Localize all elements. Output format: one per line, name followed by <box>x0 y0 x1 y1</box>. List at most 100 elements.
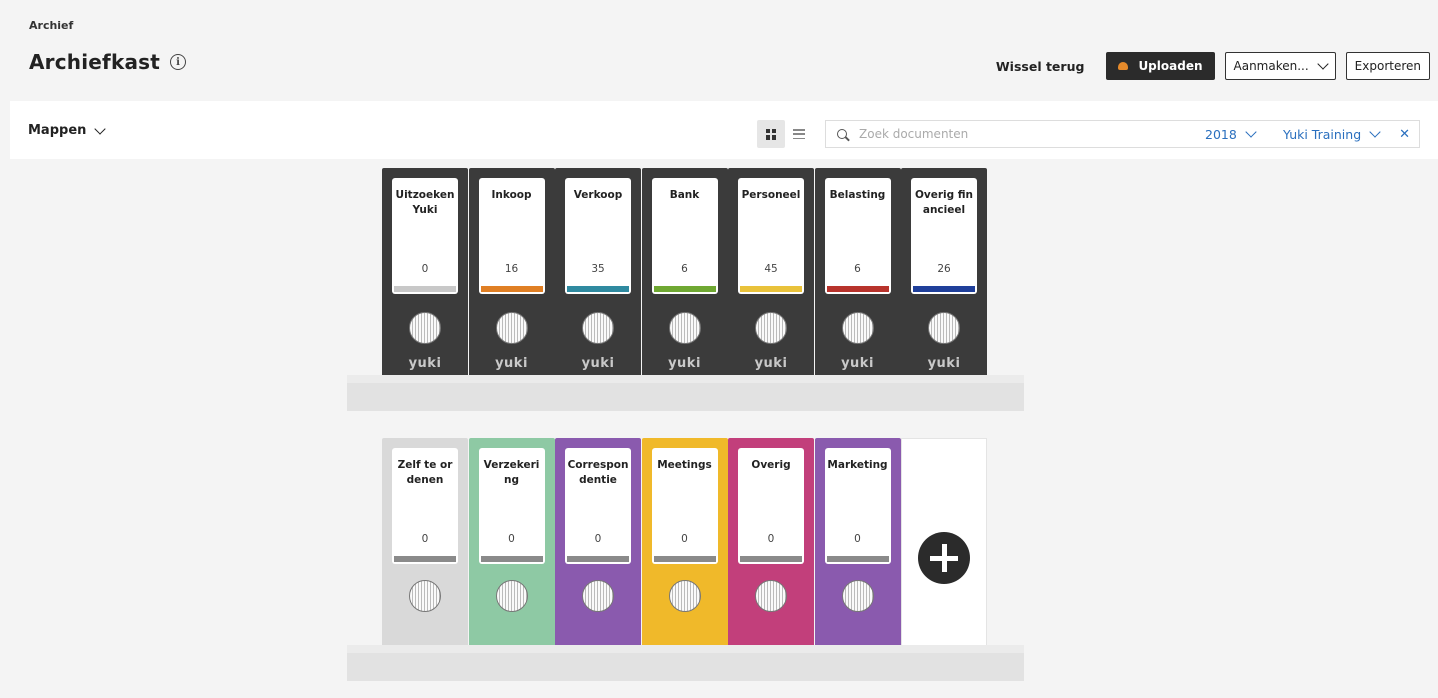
binder-document-count: 35 <box>591 263 605 275</box>
create-dropdown-button[interactable]: Aanmaken... <box>1224 52 1336 80</box>
create-button-label: Aanmaken... <box>1233 59 1309 73</box>
binder-ring-icon <box>582 312 614 344</box>
binder-label: Belasting 6 <box>824 178 891 294</box>
binder-document-count: 0 <box>681 533 688 545</box>
binder-label: Meetings 0 <box>651 448 718 564</box>
grid-icon <box>765 128 777 140</box>
yuki-logo: yuki <box>495 356 528 371</box>
binder-ring-icon <box>409 312 441 344</box>
yuki-logo: yuki <box>754 356 788 371</box>
binder-document-count: 0 <box>508 533 515 545</box>
binder-document-count: 0 <box>594 533 602 545</box>
folder-binder[interactable]: Belasting 6 yuki <box>814 168 901 383</box>
folders-label: Mappen <box>28 123 87 138</box>
binder-label: Verkoop 35 <box>565 178 631 294</box>
folder-binder[interactable]: Meetings 0 <box>641 438 728 653</box>
folder-binder[interactable]: Zelf te ordenen 0 <box>382 438 468 653</box>
binder-label: Zelf te ordenen 0 <box>392 448 458 564</box>
toolbar: Mappen 2018 Yuki Training ✕ <box>10 101 1438 159</box>
binder-label: Verzekering 0 <box>478 448 545 564</box>
search-input[interactable] <box>859 127 1199 141</box>
add-folder-button[interactable] <box>901 438 987 653</box>
binder-color-stripe <box>394 286 456 292</box>
folder-binder[interactable]: Overig 0 <box>728 438 814 653</box>
list-view-button[interactable] <box>785 120 813 148</box>
binder-color-stripe <box>480 556 543 562</box>
administration-filter-label: Yuki Training <box>1283 126 1362 142</box>
binder-color-stripe <box>740 556 802 562</box>
administration-filter[interactable]: Yuki Training <box>1283 126 1381 142</box>
binder-name: Verkoop <box>573 189 623 201</box>
chevron-down-icon <box>1317 58 1329 70</box>
binder-label: Overig financieel 26 <box>911 178 977 294</box>
folder-binder[interactable]: Overig financieel 26 yuki <box>901 168 987 383</box>
binder-label: Overig 0 <box>738 448 804 564</box>
binder-name: Verzekering <box>483 459 540 486</box>
plus-icon <box>918 532 970 584</box>
search-box: 2018 Yuki Training ✕ <box>825 120 1420 148</box>
yuki-logo: yuki <box>408 356 442 371</box>
binder-row-financial: Uitzoeken Yuki 0 yuki Inkoop 16 yuki Verkoop 35… <box>382 168 988 383</box>
binder-ring-icon <box>495 312 528 344</box>
folder-binder[interactable]: Verzekering 0 <box>468 438 555 653</box>
close-icon[interactable]: ✕ <box>1399 127 1410 142</box>
export-button-label: Exporteren <box>1354 59 1421 73</box>
chevron-down-icon <box>94 122 107 135</box>
binder-label: Marketing 0 <box>824 448 891 564</box>
binder-color-stripe <box>567 286 629 292</box>
binder-label: Correspondentie 0 <box>565 448 631 564</box>
yuki-logo: yuki <box>927 356 961 371</box>
year-filter[interactable]: 2018 <box>1205 126 1257 142</box>
binder-ring-icon <box>495 580 528 612</box>
binder-color-stripe <box>826 286 889 292</box>
binder-ring-icon <box>841 312 874 344</box>
binder-row-other: Zelf te ordenen 0 Verzekering 0 Corresponden… <box>382 438 987 653</box>
folder-binder[interactable]: Verkoop 35 yuki <box>555 168 641 383</box>
folder-binder[interactable]: Marketing 0 <box>814 438 901 653</box>
upload-button[interactable]: Uploaden <box>1106 52 1215 80</box>
binder-color-stripe <box>567 556 629 562</box>
search-icon <box>837 129 847 139</box>
folder-binder[interactable]: Personeel 45 yuki <box>728 168 814 383</box>
export-button[interactable]: Exporteren <box>1345 52 1430 80</box>
binder-ring-icon <box>841 580 874 612</box>
info-icon[interactable]: i <box>170 54 187 70</box>
shelf <box>347 375 1024 411</box>
breadcrumb[interactable]: Archief <box>29 19 73 32</box>
binder-name: Personeel <box>741 189 801 201</box>
yuki-logo: yuki <box>668 356 701 371</box>
yuki-logo: yuki <box>581 356 615 371</box>
binder-name: Overig financieel <box>914 189 974 216</box>
binder-label: Inkoop 16 <box>478 178 545 294</box>
binder-document-count: 6 <box>854 263 861 275</box>
switch-back-link[interactable]: Wissel terug <box>996 59 1085 74</box>
binder-color-stripe <box>394 556 456 562</box>
binder-ring-icon <box>668 312 701 344</box>
binder-document-count: 16 <box>504 263 519 275</box>
grid-view-button[interactable] <box>757 120 785 148</box>
folder-binder[interactable]: Uitzoeken Yuki 0 yuki <box>382 168 468 383</box>
folder-binder[interactable]: Correspondentie 0 <box>555 438 641 653</box>
binder-document-count: 0 <box>767 533 775 545</box>
shelf <box>347 645 1024 681</box>
folder-binder[interactable]: Bank 6 yuki <box>641 168 728 383</box>
page-title: Archiefkast <box>29 50 161 74</box>
folders-dropdown[interactable]: Mappen <box>28 122 107 138</box>
upload-button-label: Uploaden <box>1138 59 1203 73</box>
binder-name: Zelf te ordenen <box>397 459 453 486</box>
binder-label: Bank 6 <box>651 178 718 294</box>
binder-document-count: 26 <box>937 263 951 275</box>
binder-name: Uitzoeken Yuki <box>395 189 455 216</box>
binder-ring-icon <box>668 580 701 612</box>
folder-binder[interactable]: Inkoop 16 yuki <box>468 168 555 383</box>
top-actions: Wissel terug Uploaden Aanmaken... Export… <box>996 52 1430 80</box>
binder-ring-icon <box>755 580 787 612</box>
binder-ring-icon <box>409 580 441 612</box>
binder-color-stripe <box>740 286 802 292</box>
chevron-down-icon <box>1369 126 1381 138</box>
chevron-down-icon <box>1245 126 1257 138</box>
binder-color-stripe <box>913 286 975 292</box>
page-title-row: Archiefkast i <box>29 50 187 74</box>
binder-ring-icon <box>928 312 960 344</box>
binder-ring-icon <box>582 580 614 612</box>
